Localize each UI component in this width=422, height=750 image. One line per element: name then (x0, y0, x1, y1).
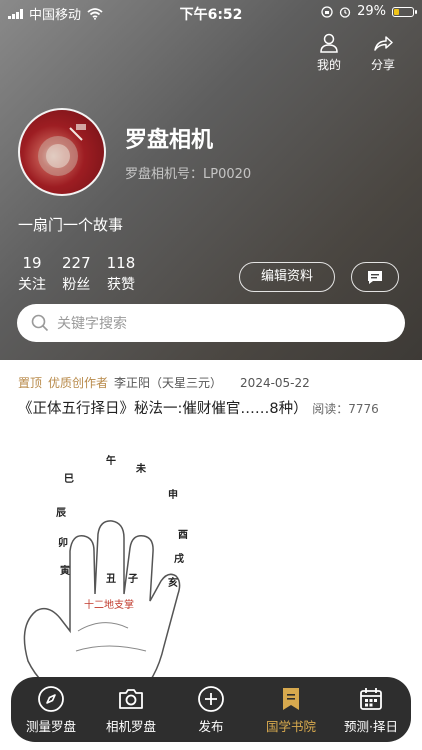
pinned-tag: 置顶 (18, 376, 43, 390)
compass-icon (38, 685, 64, 712)
battery-percent: 29% (357, 4, 386, 19)
zhi-wei: 未 (135, 462, 146, 475)
battery-icon (392, 6, 417, 17)
nav-camera-compass[interactable]: 相机罗盘 (91, 685, 171, 735)
zhi-zi: 子 (128, 573, 138, 585)
stat-label: 获赞 (106, 277, 135, 293)
profile-bio: 一扇门一个故事 (18, 216, 124, 234)
nav-publish[interactable]: 发布 (171, 685, 251, 735)
zhi-xu: 戌 (174, 552, 184, 565)
plus-circle-icon (198, 685, 224, 712)
account-id: 罗盘相机号：LP0020 (125, 167, 252, 182)
zhi-wu: 午 (106, 454, 116, 467)
article-reads: 阅读：7776 (312, 402, 379, 416)
article-author: 李正阳（天星三元） (114, 376, 223, 390)
zhi-shen: 申 (168, 488, 178, 501)
nav-label: 国学书院 (265, 718, 316, 734)
camera-icon (119, 688, 143, 709)
zhi-yin: 寅 (60, 564, 70, 577)
stat-value: 19 (22, 254, 42, 272)
palm-diagram: 午 未 巳 申 辰 酉 卯 戌 寅 亥 丑 子 十二地支掌 (23, 454, 188, 716)
stat-followers[interactable]: 227 粉丝 (62, 254, 91, 294)
stat-following[interactable]: 19 关注 (18, 254, 46, 294)
search-placeholder: 关键字搜索 (57, 316, 127, 332)
stat-value: 118 (106, 254, 136, 272)
nav-academy[interactable]: 国学书院 (251, 685, 331, 735)
status-right: 29% (321, 4, 417, 19)
article-title: 《正体五行择日》秘法一:催财催官……8种） (18, 401, 308, 417)
nav-label: 预测·择日 (344, 718, 398, 734)
article-title-block[interactable]: 《正体五行择日》秘法一:催财催官……8种） 阅读：7776 (18, 398, 390, 420)
creator-badge: 优质创作者 (48, 376, 109, 390)
article-date: 2024-05-22 (240, 375, 310, 390)
zhi-si: 巳 (64, 473, 74, 485)
zhi-mao: 卯 (58, 536, 68, 549)
profile-name: 罗盘相机 (125, 128, 214, 153)
message-icon (368, 271, 382, 284)
nav-measure-compass[interactable]: 测量罗盘 (11, 685, 91, 735)
search-icon (31, 314, 49, 332)
stat-value: 227 (62, 254, 91, 272)
profile-stats: 19 关注 227 粉丝 118 获赞 (18, 254, 135, 294)
status-bar: 中国移动 下午6:52 29% (0, 0, 422, 24)
search-input[interactable]: 关键字搜索 (17, 304, 405, 342)
nav-label: 发布 (198, 718, 224, 734)
stat-label: 粉丝 (62, 277, 91, 293)
stat-likes[interactable]: 118 获赞 (107, 254, 136, 294)
article-meta: 置顶 优质创作者 李正阳（天星三元） 2024-05-22 (18, 374, 310, 391)
share-icon (374, 36, 393, 51)
avatar-image (38, 124, 86, 176)
calendar-icon (360, 687, 382, 710)
share-button[interactable]: 分享 (363, 32, 403, 73)
avatar[interactable] (18, 108, 106, 196)
zhi-hai: 亥 (168, 576, 178, 589)
message-button[interactable] (351, 262, 399, 292)
zhi-you: 酉 (178, 529, 188, 541)
orientation-lock-icon (321, 5, 333, 18)
mine-button[interactable]: 我的 (309, 32, 349, 73)
mine-label: 我的 (316, 58, 341, 72)
zhi-chou: 丑 (106, 573, 116, 585)
figure-caption: 十二地支掌 (84, 598, 134, 611)
zhi-chen: 辰 (56, 507, 66, 519)
nav-label: 相机罗盘 (105, 718, 156, 734)
bottom-nav: 测量罗盘 相机罗盘 发布 国学书院 预测·择日 (11, 677, 411, 742)
alarm-icon (339, 6, 351, 18)
share-label: 分享 (370, 58, 395, 72)
edit-profile-button[interactable]: 编辑资料 (239, 262, 335, 292)
stat-label: 关注 (18, 277, 46, 293)
bookmark-icon (283, 687, 299, 710)
nav-label: 测量罗盘 (25, 718, 76, 734)
profile-header: 中国移动 下午6:52 29% 我的 分享 罗盘相机 罗盘相机号：LP0020 … (0, 0, 422, 360)
nav-forecast[interactable]: 预测·择日 (331, 685, 411, 735)
person-icon (320, 33, 338, 53)
